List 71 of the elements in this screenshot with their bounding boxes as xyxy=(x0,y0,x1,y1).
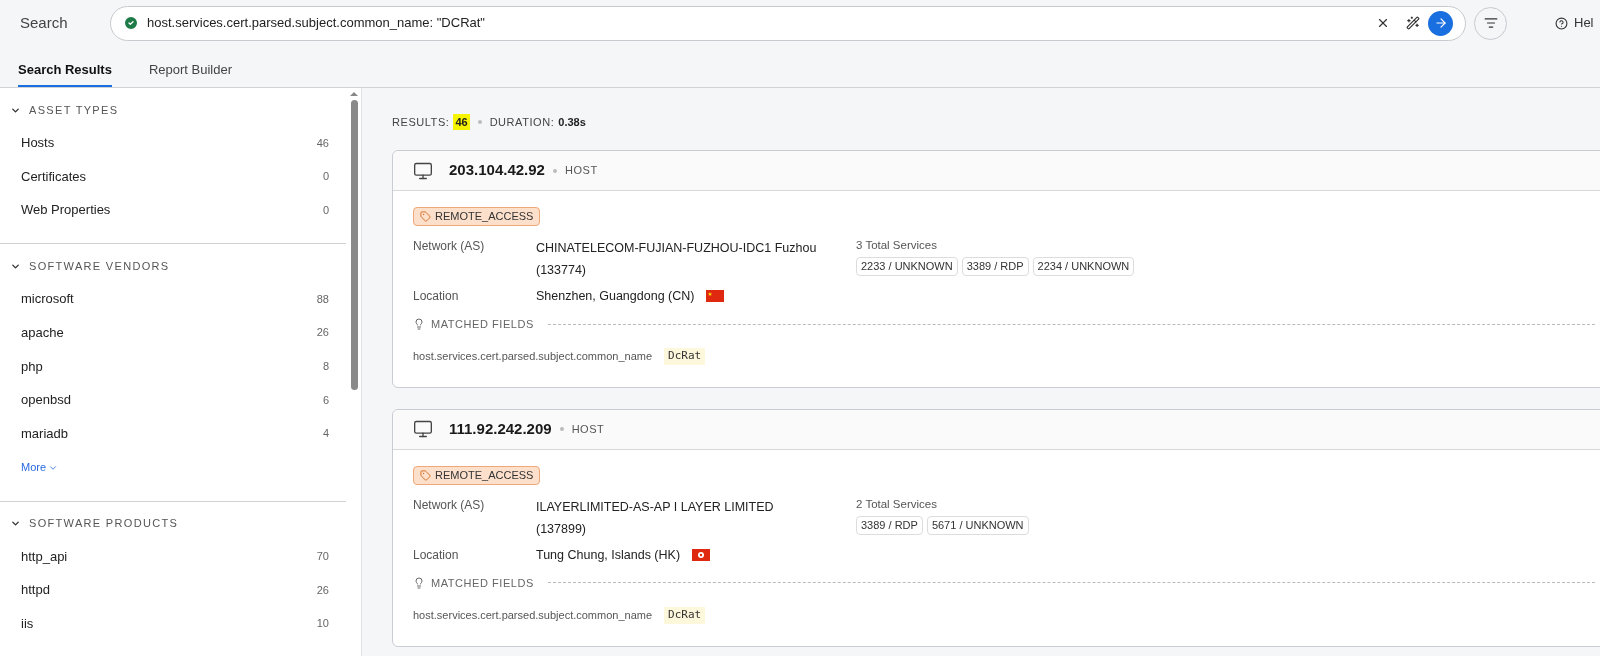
service-chip[interactable]: 5671 / UNKNOWN xyxy=(926,515,1029,535)
facet-item[interactable]: microsoft 88 xyxy=(0,282,346,316)
filter-settings-icon xyxy=(1483,16,1498,30)
host-ip[interactable]: 203.104.42.92 xyxy=(449,159,545,182)
field-label: Location xyxy=(413,288,460,305)
asset-type: HOST xyxy=(571,422,605,437)
wand-icon[interactable] xyxy=(1406,16,1420,30)
matched-value: DcRat xyxy=(664,348,706,365)
host-ip[interactable]: 111.92.242.209 xyxy=(449,418,552,441)
search-field[interactable]: host.services.cert.parsed.subject.common_name: "DCRat" xyxy=(110,5,1466,41)
field-path: host.services.cert.parsed.subject.common_name xyxy=(413,349,653,365)
facet-item[interactable]: Hosts 46 xyxy=(0,126,346,160)
matched-fields-heading: MATCHED FIELDS xyxy=(431,575,534,591)
facet-item[interactable]: Web Properties 0 xyxy=(0,193,346,228)
matched-fields-heading: MATCHED FIELDS xyxy=(431,316,534,332)
duration-value: 0.38s xyxy=(558,114,586,130)
field-label: Network (AS) xyxy=(413,238,486,255)
tag-badge[interactable]: REMOTE_ACCESS xyxy=(413,465,541,485)
tag-badge[interactable]: REMOTE_ACCESS xyxy=(413,207,541,226)
service-chip[interactable]: 2234 / UNKNOWN xyxy=(1032,257,1135,276)
service-chip[interactable]: 3389 / RDP xyxy=(856,515,923,535)
flag-icon xyxy=(692,549,711,562)
asn-number[interactable]: (137899) xyxy=(536,517,856,540)
query-text: host.services.cert.parsed.subject.common_name: "DCRat" xyxy=(147,14,486,33)
network-name[interactable]: CHINATELECOM-FUJIAN-FUZHOU-IDC1 Fuzhou xyxy=(536,237,856,259)
network-name[interactable]: ILAYERLIMITED-AS-AP I LAYER LIMITED xyxy=(536,495,856,518)
submit-button[interactable] xyxy=(1428,10,1453,36)
facet-item[interactable]: http_api 70 xyxy=(0,539,346,574)
valid-check-icon xyxy=(123,15,139,31)
section-heading[interactable]: ASSET TYPES xyxy=(29,101,119,119)
results-count: 46 xyxy=(453,113,470,131)
field-label: Network (AS) xyxy=(413,496,486,514)
service-chip[interactable]: 3389 / RDP xyxy=(961,257,1029,276)
page-title: Search xyxy=(19,12,69,33)
lightbulb-icon xyxy=(413,318,425,330)
facet-item[interactable]: mariadb 4 xyxy=(0,416,346,451)
facet-item[interactable]: php 8 xyxy=(0,349,346,384)
facet-item[interactable]: iis 10 xyxy=(0,606,346,641)
tag-icon xyxy=(420,469,431,481)
flag-icon xyxy=(706,290,725,303)
matched-value: DcRat xyxy=(664,607,706,624)
monitor-icon xyxy=(413,419,433,440)
services-total: 3 Total Services xyxy=(856,238,938,253)
section-heading[interactable]: SOFTWARE VENDORS xyxy=(29,257,170,275)
tab[interactable]: Report Builder xyxy=(148,59,233,87)
tag-icon xyxy=(420,211,431,222)
services-total: 2 Total Services xyxy=(856,496,938,512)
dot-separator xyxy=(477,120,482,124)
duration-label: DURATION: xyxy=(489,114,555,130)
location-text: Shenzhen, Guangdong (CN) xyxy=(536,288,695,305)
more-link[interactable]: More xyxy=(0,450,59,485)
location-text: Tung Chung, Islands (HK) xyxy=(536,546,681,564)
facet-item[interactable]: Certificates 0 xyxy=(0,159,346,194)
asset-type: HOST xyxy=(564,163,598,179)
facet-item[interactable]: apache 26 xyxy=(0,315,346,350)
section-heading[interactable]: SOFTWARE PRODUCTS xyxy=(29,515,179,532)
dot-separator xyxy=(552,168,557,173)
field-label: Location xyxy=(413,546,460,564)
field-path: host.services.cert.parsed.subject.common_name xyxy=(413,608,653,623)
chevron-icon[interactable] xyxy=(10,518,21,529)
facet-item[interactable]: httpd 26 xyxy=(0,573,346,607)
service-chip[interactable]: 2233 / UNKNOWN xyxy=(856,257,958,276)
lightbulb-icon xyxy=(413,576,425,589)
dot-separator xyxy=(559,427,564,432)
monitor-icon xyxy=(413,160,433,181)
help-link[interactable]: Hel xyxy=(1574,13,1594,33)
help-icon[interactable] xyxy=(1555,16,1568,30)
close-icon[interactable] xyxy=(1376,16,1390,30)
facet-item[interactable]: openbsd 6 xyxy=(0,383,346,417)
results-label: RESULTS: xyxy=(392,114,450,130)
asn-number[interactable]: (133774) xyxy=(536,259,856,281)
